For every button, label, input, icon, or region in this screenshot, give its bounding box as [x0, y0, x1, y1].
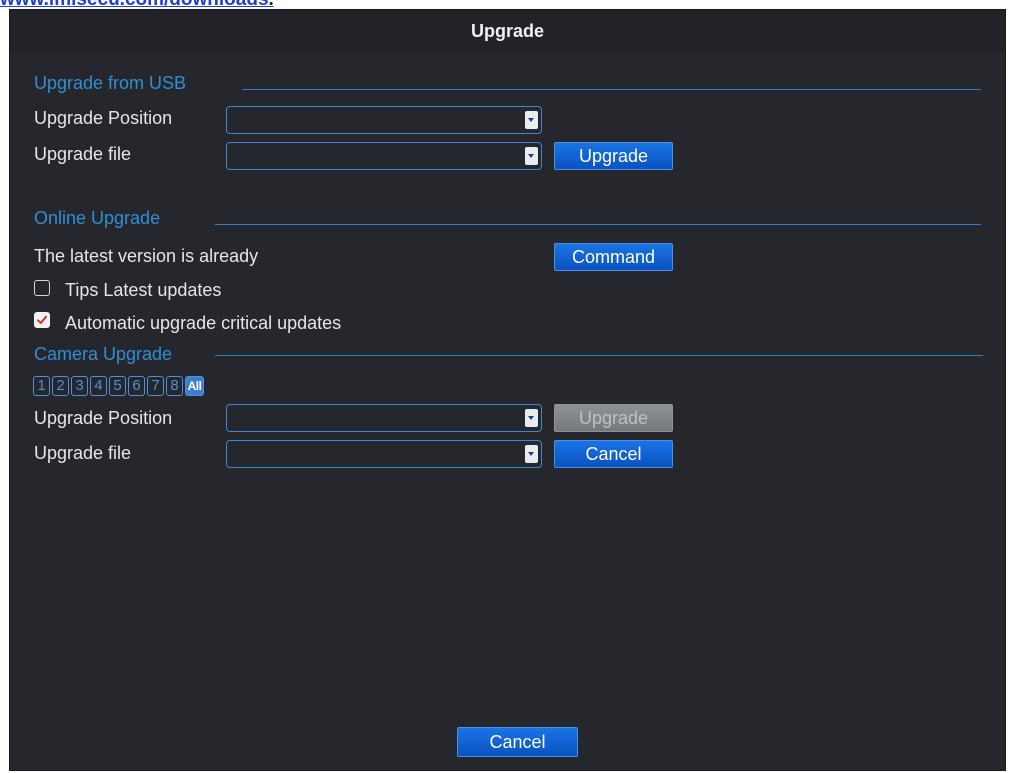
camera-file-label: Upgrade file: [34, 443, 132, 463]
usb-position-select[interactable]: [226, 106, 542, 134]
online-section-title: Online Upgrade: [34, 208, 161, 228]
usb-upgrade-button[interactable]: Upgrade: [554, 142, 673, 170]
dialog-cancel-button[interactable]: Cancel: [457, 727, 578, 757]
online-status-text: The latest version is already: [34, 246, 259, 266]
camera-section-title: Camera Upgrade: [34, 344, 173, 364]
channel-5-toggle[interactable]: 5: [109, 376, 126, 396]
dialog-title: Upgrade: [470, 21, 544, 41]
chevron-down-icon[interactable]: [525, 147, 538, 165]
channel-6-toggle[interactable]: 6: [128, 376, 145, 396]
camera-upgrade-button[interactable]: Upgrade: [554, 404, 673, 432]
camera-position-select[interactable]: [226, 404, 542, 432]
usb-section-divider: [242, 89, 981, 90]
camera-section-divider: [215, 355, 983, 356]
downloads-link[interactable]: www.lmisecu.com/downloads.: [0, 0, 274, 9]
usb-section-title: Upgrade from USB: [34, 73, 187, 93]
title-bar: Upgrade: [10, 10, 1005, 52]
usb-file-select[interactable]: [226, 142, 542, 170]
channel-1-toggle[interactable]: 1: [33, 376, 50, 396]
channel-8-toggle[interactable]: 8: [166, 376, 183, 396]
checkmark-icon: [37, 315, 47, 324]
usb-file-label: Upgrade file: [34, 144, 132, 164]
channel-all-toggle[interactable]: All: [185, 376, 204, 396]
tips-checkbox[interactable]: [34, 280, 50, 296]
camera-channel-selector: 1 2 3 4 5 6 7 8 All: [33, 376, 283, 396]
camera-cancel-button[interactable]: Cancel: [554, 440, 673, 468]
auto-upgrade-checkbox[interactable]: [34, 312, 50, 328]
channel-7-toggle[interactable]: 7: [147, 376, 164, 396]
auto-upgrade-label: Automatic upgrade critical updates: [65, 313, 342, 333]
channel-3-toggle[interactable]: 3: [71, 376, 88, 396]
chevron-down-icon[interactable]: [525, 445, 538, 463]
command-button[interactable]: Command: [554, 243, 673, 271]
channel-2-toggle[interactable]: 2: [52, 376, 69, 396]
online-section-divider: [215, 224, 981, 225]
channel-4-toggle[interactable]: 4: [90, 376, 107, 396]
tips-label: Tips Latest updates: [65, 280, 222, 300]
chevron-down-icon[interactable]: [525, 111, 538, 129]
chevron-down-icon[interactable]: [525, 409, 538, 427]
upgrade-dialog: Upgrade Upgrade from USB Upgrade Positio…: [9, 9, 1006, 771]
usb-position-label: Upgrade Position: [34, 108, 173, 128]
camera-file-select[interactable]: [226, 440, 542, 468]
camera-position-label: Upgrade Position: [34, 408, 173, 428]
